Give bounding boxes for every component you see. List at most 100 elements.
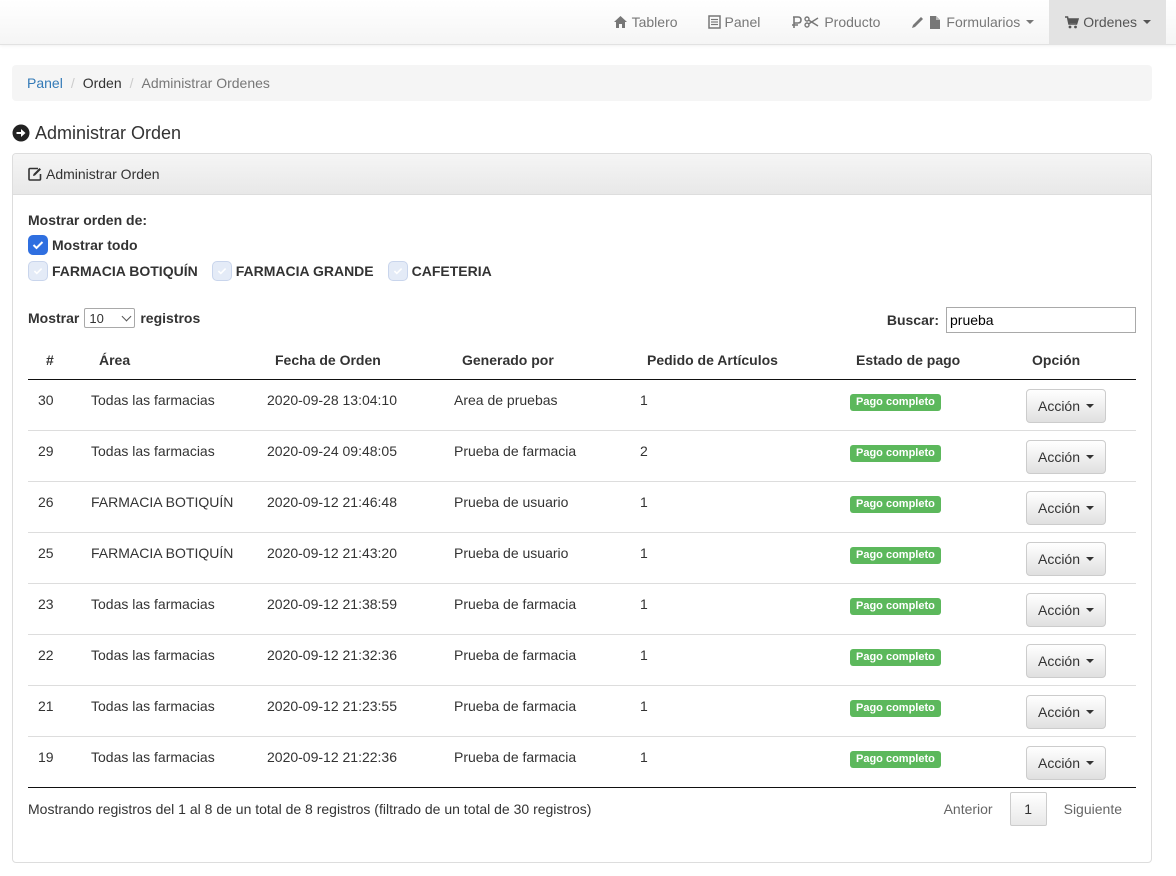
chevron-down-icon (1086, 454, 1095, 459)
breadcrumb: Panel / Orden / Administrar Ordenes (12, 65, 1152, 101)
header-area[interactable]: Área (91, 341, 267, 380)
action-label: Acción (1037, 703, 1081, 720)
chevron-down-icon (1086, 709, 1095, 714)
arrow-circle-right-icon (12, 124, 30, 142)
chevron-down-icon (1086, 556, 1095, 561)
action-button[interactable]: Acción (1026, 592, 1106, 627)
filter-cafeteria[interactable]: CAFETERIA (387, 261, 492, 281)
cell-generado: Prueba de farmacia (454, 429, 640, 481)
action-label: Acción (1037, 754, 1081, 771)
action-button[interactable]: Acción (1026, 388, 1106, 423)
chevron-down-icon (1086, 760, 1095, 765)
cell-id: 19 (28, 735, 91, 787)
cell-id: 23 (28, 582, 91, 634)
cell-pedido: 2 (640, 429, 850, 481)
header-id[interactable]: # (28, 341, 91, 380)
cell-opcion: Acción (1026, 429, 1136, 481)
filter-checkbox[interactable] (387, 261, 408, 281)
status-badge: Pago completo (850, 648, 941, 666)
nav-item-producto[interactable]: Producto (775, 0, 895, 44)
cell-opcion: Acción (1026, 582, 1136, 634)
cell-fecha: 2020-09-28 13:04:10 (267, 391, 397, 408)
header-generado[interactable]: Generado por (454, 341, 640, 380)
cell-estado: Pago completo (850, 735, 1026, 787)
cell-generado: Prueba de farmacia (454, 582, 640, 634)
filter-checkbox[interactable] (211, 261, 232, 281)
cell-estado: Pago completo (850, 633, 1026, 685)
header-fecha[interactable]: Fecha de Orden (267, 341, 454, 380)
cell-generado: Prueba de farmacia (454, 633, 640, 685)
panel-heading: Administrar Orden (13, 154, 1151, 195)
action-button[interactable]: Acción (1026, 745, 1106, 780)
table-row: 29 Todas las farmacias 2020-09-24 09:48:… (28, 429, 1136, 481)
pagination-next[interactable]: Siguiente (1050, 792, 1136, 826)
records-length-select[interactable]: 10 (84, 308, 136, 328)
table-info: Mostrando registros del 1 al 8 de un tot… (28, 801, 592, 817)
action-button[interactable]: Acción (1026, 541, 1106, 576)
action-label: Acción (1037, 397, 1081, 414)
status-badge: Pago completo (850, 597, 941, 615)
header-pedido[interactable]: Pedido de Artículos (640, 341, 850, 380)
status-badge: Pago completo (850, 393, 941, 411)
filter-label-text: FARMACIA GRANDE (235, 263, 374, 279)
show-all-checkbox[interactable] (28, 235, 48, 255)
filter-farmacia-botiquin[interactable]: FARMACIA BOTIQUÍN (28, 261, 198, 281)
nav-item-formularios[interactable]: Formularios (895, 0, 1049, 44)
list-icon (707, 15, 721, 29)
filter-farmacia-grande[interactable]: FARMACIA GRANDE (211, 261, 374, 281)
pagination-previous[interactable]: Anterior (930, 792, 1007, 826)
filter-checkbox[interactable] (28, 261, 48, 281)
cell-area: Todas las farmacias (91, 582, 267, 634)
action-button[interactable]: Acción (1026, 439, 1106, 474)
chevron-down-icon (1086, 505, 1095, 510)
search-label: Buscar: (886, 312, 939, 328)
action-button[interactable]: Acción (1026, 694, 1106, 729)
header-opcion[interactable]: Opción (1026, 341, 1136, 380)
breadcrumb-panel-link[interactable]: Panel (27, 75, 63, 91)
cell-area: Todas las farmacias (91, 391, 215, 408)
cell-estado: Pago completo (850, 684, 1026, 736)
action-button[interactable]: Acción (1026, 643, 1106, 678)
page-title-text: Administrar Orden (35, 122, 182, 143)
cell-opcion: Acción (1026, 379, 1136, 430)
cell-id: 30 (38, 391, 54, 408)
action-label: Acción (1037, 448, 1081, 465)
cell-area: Todas las farmacias (91, 684, 267, 736)
nav-item-panel[interactable]: Panel (693, 0, 776, 44)
cell-area: Todas las farmacias (91, 633, 267, 685)
orders-table: # Área Fecha de Orden Generado por Pedid… (28, 341, 1136, 788)
cell-pedido: 1 (640, 391, 648, 408)
cell-area: Todas las farmacias (91, 735, 267, 787)
nav-item-ordenes[interactable]: Ordenes (1049, 0, 1166, 44)
filter-label-text: CAFETERIA (411, 263, 492, 279)
search-input[interactable] (946, 307, 1136, 333)
cart-icon (1064, 15, 1080, 29)
area-filter-row: FARMACIA BOTIQUÍN FARMACIA GRANDE CAFETE… (28, 261, 506, 281)
cell-area: FARMACIA BOTIQUÍN (91, 480, 267, 532)
product-icon (790, 15, 820, 29)
table-row: 25 FARMACIA BOTIQUÍN 2020-09-12 21:43:20… (28, 531, 1136, 583)
cell-fecha: 2020-09-12 21:46:48 (267, 480, 454, 532)
nav-item-tablero[interactable]: Tablero (598, 0, 693, 44)
home-icon (613, 15, 628, 29)
cell-area: FARMACIA BOTIQUÍN (91, 531, 267, 583)
cell-opcion: Acción (1026, 531, 1136, 583)
chevron-down-icon (1086, 658, 1095, 663)
cell-estado: Pago completo (850, 582, 1026, 634)
cell-id: 21 (28, 684, 91, 736)
nav-menu: Tablero Panel Producto Formularios Orden… (598, 0, 1166, 44)
chevron-down-icon (1143, 20, 1151, 24)
status-badge: Pago completo (850, 444, 941, 462)
cell-pedido: 1 (640, 735, 850, 787)
action-label: Acción (1037, 601, 1081, 618)
filter-label-text: FARMACIA BOTIQUÍN (52, 263, 198, 279)
header-estado[interactable]: Estado de pago (850, 341, 1026, 380)
show-all-checkbox-item[interactable]: Mostrar todo (28, 235, 138, 255)
orders-panel: Administrar Orden Mostrar orden de: Most… (12, 153, 1152, 863)
cell-opcion: Acción (1026, 480, 1136, 532)
cell-estado: Pago completo (850, 480, 1026, 532)
action-label: Acción (1037, 550, 1081, 567)
action-button[interactable]: Acción (1026, 490, 1106, 525)
nav-item-label: Formularios (946, 14, 1021, 30)
pagination-page-1[interactable]: 1 (1009, 792, 1047, 826)
